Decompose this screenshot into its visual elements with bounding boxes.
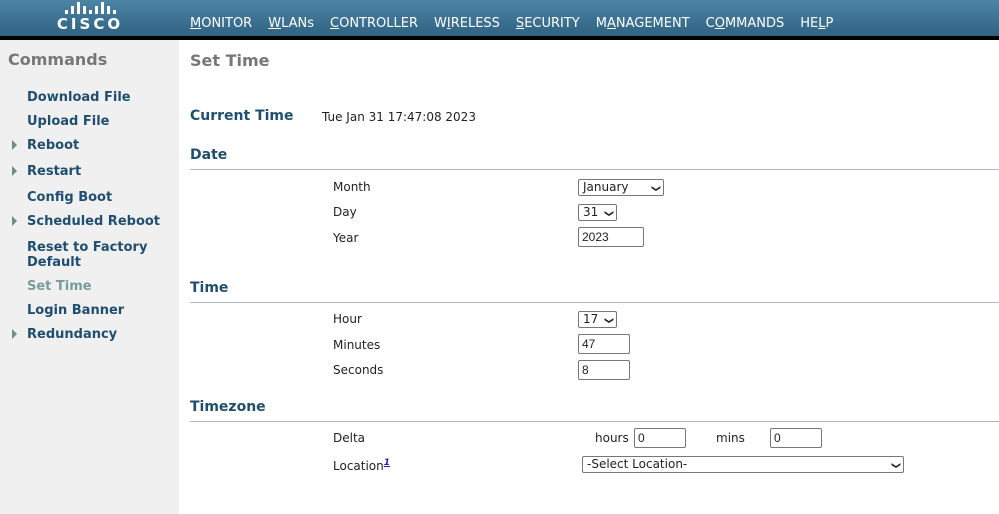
delta-label: Delta — [333, 431, 366, 445]
cisco-logo-bars-icon — [55, 0, 125, 14]
accesskey-letter: C — [330, 16, 340, 31]
sidebar-item-label-line2: Default — [27, 255, 81, 270]
location-label-text: Location — [333, 459, 384, 473]
nav-monitor[interactable]: MONITOR — [190, 16, 252, 36]
sidebar-item-upload-file[interactable]: Upload File — [27, 114, 109, 129]
accesskey-letter: O — [714, 16, 725, 31]
sidebar-item-download-file[interactable]: Download File — [27, 90, 131, 105]
accesskey-letter: M — [190, 16, 202, 31]
day-label: Day — [333, 205, 357, 219]
nav-management[interactable]: MANAGEMENT — [596, 16, 690, 36]
seconds-input[interactable] — [578, 360, 630, 380]
sidebar-item-set-time[interactable]: Set Time — [27, 279, 92, 294]
nav-wlans[interactable]: WLANs — [268, 16, 314, 36]
page-title: Set Time — [190, 51, 270, 70]
accesskey-letter: W — [268, 16, 282, 31]
minutes-label: Minutes — [333, 338, 381, 352]
year-label: Year — [333, 231, 359, 245]
accesskey-letter: A — [606, 16, 616, 31]
current-time-value: Tue Jan 31 17:47:08 2023 — [322, 110, 476, 124]
location-label: Location1 — [333, 458, 390, 473]
sidebar-item-scheduled-reboot[interactable]: Scheduled Reboot — [27, 214, 160, 229]
time-section-heading: Time — [190, 280, 229, 296]
chevron-down-icon: ❯ — [603, 316, 614, 325]
section-divider — [190, 421, 999, 422]
hours-label: hours — [595, 431, 629, 445]
seconds-label: Seconds — [333, 363, 384, 377]
section-divider — [190, 169, 999, 170]
location-footnote-link[interactable]: 1 — [384, 458, 390, 468]
current-time-label: Current Time — [190, 108, 294, 124]
hour-label: Hour — [333, 312, 362, 326]
nav-security[interactable]: SECURITY — [516, 16, 580, 36]
year-input[interactable] — [578, 227, 644, 247]
month-select-value: January — [583, 180, 629, 194]
main-content: Set Time Current Time Tue Jan 31 17:47:0… — [179, 40, 999, 514]
sidebar-item-restart[interactable]: Restart — [27, 164, 81, 179]
nav-commands[interactable]: COMMANDS — [694, 16, 795, 40]
expand-arrow-icon[interactable] — [12, 140, 17, 150]
day-select[interactable]: 31 ❯ — [578, 204, 617, 221]
cisco-logo: CISCO — [55, 0, 125, 36]
sidebar-item-reset-to-factory-default[interactable]: Reset to Factory Default — [27, 240, 147, 270]
mins-label: mins — [716, 431, 745, 445]
accesskey-letter: S — [515, 16, 525, 31]
sidebar-title: Commands — [8, 50, 108, 69]
expand-arrow-icon[interactable] — [12, 216, 17, 226]
expand-arrow-icon[interactable] — [12, 329, 17, 339]
hour-select[interactable]: 17 ❯ — [578, 311, 617, 328]
chevron-down-icon: ❯ — [890, 461, 901, 470]
nav-wireless[interactable]: WIRELESS — [434, 16, 500, 36]
top-navigation-bar: CISCO MONITOR WLANs CONTROLLER WIRELESS … — [0, 0, 999, 40]
accesskey-letter: I — [446, 16, 451, 31]
nav-help[interactable]: HELP — [800, 16, 833, 36]
timezone-section-heading: Timezone — [190, 399, 266, 415]
accesskey-letter: L — [818, 16, 826, 31]
nav-controller[interactable]: CONTROLLER — [330, 16, 418, 36]
date-section-heading: Date — [190, 147, 228, 163]
expand-arrow-icon[interactable] — [12, 166, 17, 176]
delta-hours-input[interactable] — [634, 428, 686, 448]
minutes-input[interactable] — [578, 334, 630, 354]
main-nav: MONITOR WLANs CONTROLLER WIRELESS SECURI… — [190, 16, 849, 40]
logo-text: CISCO — [56, 15, 124, 33]
delta-mins-input[interactable] — [770, 428, 822, 448]
month-label: Month — [333, 180, 371, 194]
sidebar-item-redundancy[interactable]: Redundancy — [27, 327, 117, 342]
day-select-value: 31 — [583, 205, 599, 219]
chevron-down-icon: ❯ — [603, 209, 614, 218]
location-select[interactable]: -Select Location- ❯ — [582, 456, 904, 473]
sidebar-item-reboot[interactable]: Reboot — [27, 138, 79, 153]
chevron-down-icon: ❯ — [650, 184, 661, 193]
sidebar-item-login-banner[interactable]: Login Banner — [27, 303, 124, 318]
location-select-value: -Select Location- — [587, 457, 688, 471]
hour-select-value: 17 — [583, 312, 599, 326]
sidebar-item-label-line1: Reset to Factory — [27, 240, 148, 255]
sidebar-item-config-boot[interactable]: Config Boot — [27, 190, 112, 205]
section-divider — [190, 302, 999, 303]
month-select[interactable]: January ❯ — [578, 179, 664, 196]
sidebar: Commands Download File Upload File Reboo… — [0, 40, 179, 514]
